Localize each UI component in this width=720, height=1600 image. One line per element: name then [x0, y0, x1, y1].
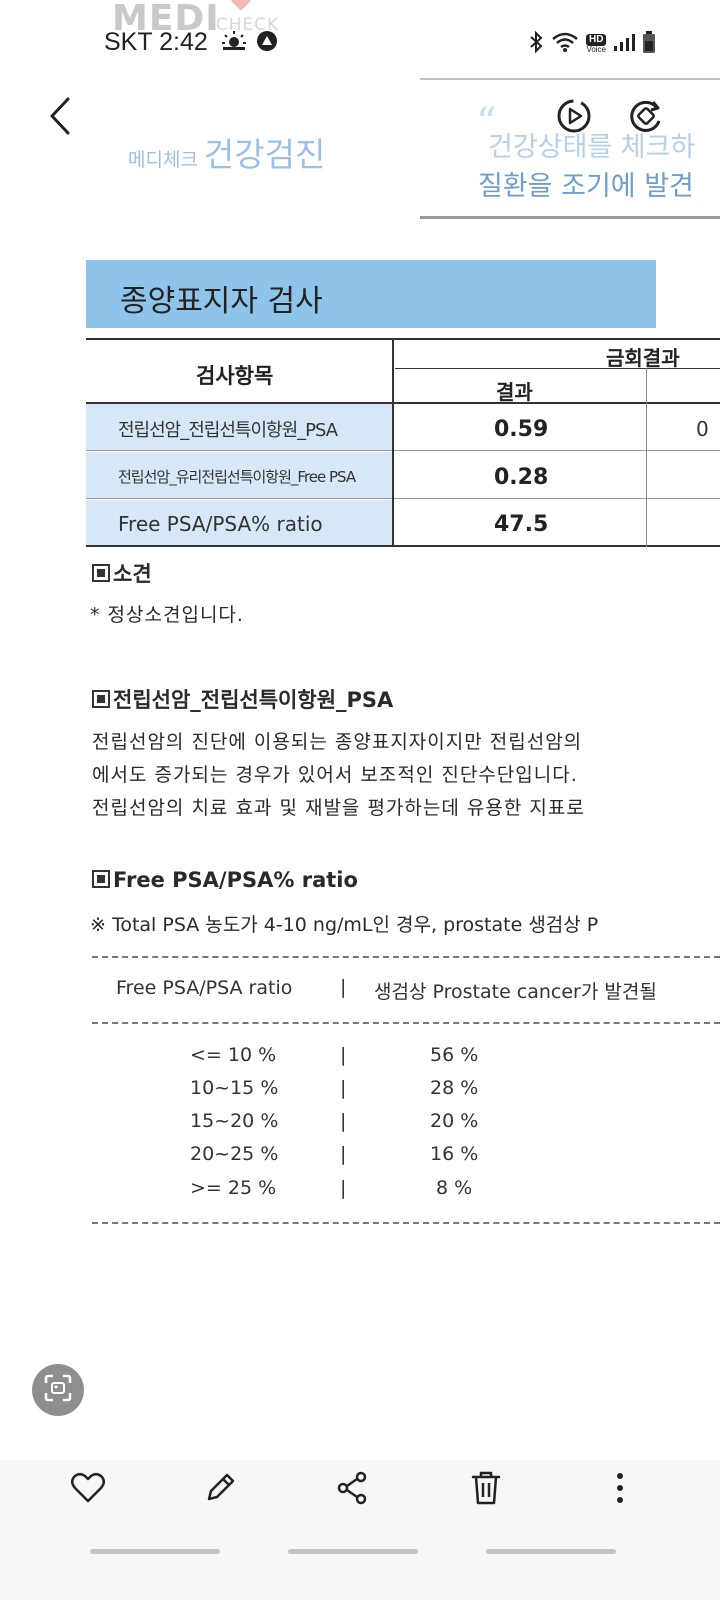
table-bottom-rule	[86, 545, 720, 547]
signal-icon	[613, 32, 636, 56]
header-result: 결과	[496, 380, 533, 404]
back-button[interactable]	[38, 96, 82, 140]
psa-line-1: 전립선암의 진단에 이용되는 종양표지자이지만 전립선암의	[92, 731, 583, 753]
opinion-heading: 소견	[92, 558, 152, 588]
ratio-heading: Free PSA/PSA% ratio	[92, 868, 358, 892]
battery-icon	[642, 30, 656, 58]
quote-top-rule	[420, 78, 720, 80]
status-time: SKT 2:42	[104, 28, 278, 59]
more-options-button[interactable]	[596, 1466, 644, 1514]
alert-icon	[256, 30, 278, 59]
scan-text-icon	[43, 1373, 73, 1407]
share-icon	[336, 1471, 368, 1509]
ratio-table-bottom-rule	[92, 1222, 720, 1224]
ratio-range: 20~25 %	[190, 1143, 279, 1165]
row-value-free-psa: 0.28	[494, 465, 549, 490]
row-value-psa: 0.59	[494, 417, 549, 442]
ratio-header-separator: |	[340, 976, 347, 998]
quote-bottom-rule	[420, 216, 720, 219]
bullet-square-icon	[92, 870, 110, 888]
ratio-range: >= 25 %	[190, 1177, 277, 1199]
section-title: 종양표지자 검사	[120, 284, 323, 319]
table-row-rule-1	[86, 450, 720, 451]
section-title-band: 종양표지자 검사	[86, 260, 656, 328]
delete-button[interactable]	[462, 1466, 510, 1514]
bullet-square-icon	[92, 564, 110, 582]
ratio-table-header-rule	[92, 1022, 720, 1024]
ratio-percent: 56 %	[430, 1044, 479, 1066]
row-extra-psa: 0	[696, 417, 709, 441]
rotate-icon	[627, 97, 665, 139]
row-name-free-psa: 전립선암_유리전립선특이항원_Free PSA	[118, 468, 356, 486]
brand-title: 메디체크 건강검진	[128, 135, 326, 174]
share-button[interactable]	[328, 1466, 376, 1514]
edit-icon	[203, 1471, 237, 1509]
document-photo: MEDICHECK 메디체크 건강검진 “ 건강상태를 체크하 질환을 조기에 발…	[0, 0, 720, 1460]
table-top-rule	[86, 338, 720, 340]
quote-line-2: 질환을 조기에 발견	[478, 171, 694, 202]
opinion-text: * 정상소견입니다.	[90, 604, 244, 626]
motion-play-button[interactable]	[552, 96, 596, 140]
edit-button[interactable]	[196, 1466, 244, 1514]
row-name-psa: 전립선암_전립선특이항원_PSA	[118, 420, 338, 441]
ratio-separator: |	[340, 1143, 347, 1165]
ratio-separator: |	[340, 1177, 347, 1199]
ratio-percent: 20 %	[430, 1110, 479, 1132]
weather-icon	[221, 30, 247, 59]
wifi-icon	[551, 30, 579, 58]
delete-icon	[470, 1470, 502, 1510]
header-current-result: 금회결과	[606, 346, 680, 370]
chevron-left-icon	[48, 96, 72, 140]
table-header-rule	[86, 402, 720, 404]
ratio-separator: |	[340, 1110, 347, 1132]
psa-line-3: 전립선암의 치료 효과 및 재발을 평가하는데 유용한 지표로	[92, 797, 585, 819]
more-icon	[616, 1472, 624, 1508]
text-extract-button[interactable]	[32, 1364, 84, 1416]
ratio-header-right: 생검상 Prostate cancer가 발견될	[374, 981, 657, 1003]
nav-hint-right	[486, 1549, 616, 1554]
motion-play-icon	[555, 97, 593, 139]
results-table: 검사항목 금회결과 결과 전립선암_전립선특이항원_PSA 0.59 0 전립선…	[86, 338, 720, 558]
ratio-note: ※ Total PSA 농도가 4-10 ng/mL인 경우, prostate…	[90, 914, 599, 936]
nav-hint-left	[90, 1549, 220, 1554]
favorite-button[interactable]	[64, 1466, 112, 1514]
heart-icon	[70, 1472, 106, 1508]
ratio-percent: 8 %	[436, 1177, 473, 1199]
nav-hint-center	[288, 1549, 418, 1554]
table-divider-2	[646, 368, 647, 547]
ratio-percent: 16 %	[430, 1143, 479, 1165]
row-name-ratio: Free PSA/PSA% ratio	[118, 512, 323, 536]
table-row-rule-2	[86, 498, 720, 499]
header-item: 검사항목	[196, 364, 274, 388]
bullet-square-icon	[92, 690, 110, 708]
ratio-separator: |	[340, 1077, 347, 1099]
ratio-percent: 28 %	[430, 1077, 479, 1099]
ratio-range: <= 10 %	[190, 1044, 277, 1066]
ratio-range: 15~20 %	[190, 1110, 279, 1132]
psa-heading: 전립선암_전립선특이항원_PSA	[92, 684, 393, 714]
ratio-header-left: Free PSA/PSA ratio	[116, 977, 293, 999]
row-value-ratio: 47.5	[494, 512, 549, 537]
ratio-table-top-rule	[92, 956, 720, 958]
ratio-separator: |	[340, 1044, 347, 1066]
status-icons: HD Voice	[528, 30, 656, 58]
table-divider	[392, 338, 394, 547]
bluetooth-icon	[528, 30, 544, 58]
ratio-range: 10~15 %	[190, 1077, 279, 1099]
psa-line-2: 에서도 증가되는 경우가 있어서 보조적인 진단수단입니다.	[92, 764, 578, 786]
hd-voice-icon: HD Voice	[586, 34, 607, 54]
rotate-button[interactable]	[624, 96, 668, 140]
